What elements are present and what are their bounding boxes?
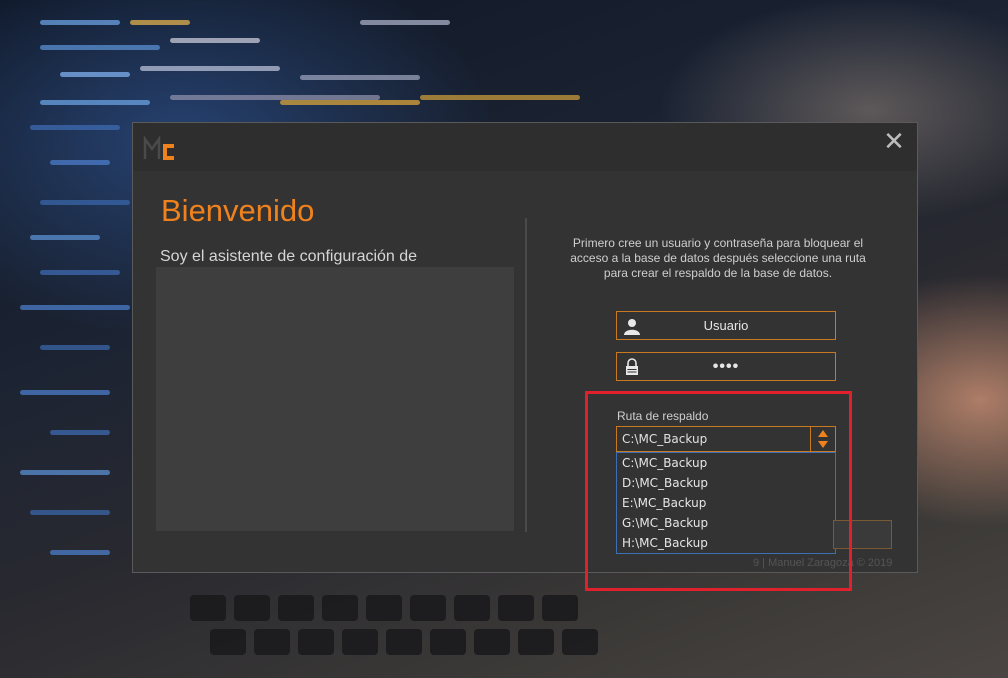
background-keyboard [150,585,850,678]
intro-text: Soy el asistente de configuración de [160,248,418,265]
mc-logo-icon [143,135,174,160]
vertical-divider [525,218,527,532]
setup-dialog: ✕ Bienvenido Soy el asistente de configu… [132,122,918,573]
dropdown-option[interactable]: E:\MC_Backup [617,493,835,513]
info-panel [156,267,514,531]
backup-path-selected-value: C:\MC_Backup [622,432,708,446]
backup-path-label: Ruta de respaldo [617,409,709,423]
footer-credits: 9 | Manuel Zaragoza © 2019 [753,557,893,569]
backup-path-select[interactable]: C:\MC_Backup [616,426,836,452]
welcome-title: Bienvenido [161,193,315,228]
dropdown-option[interactable]: D:\MC_Backup [617,473,835,493]
title-bar: ✕ [133,123,917,171]
username-input[interactable] [617,312,835,339]
backup-path-dropdown[interactable]: C:\MC_Backup D:\MC_Backup E:\MC_Backup G… [616,452,836,554]
dropdown-option[interactable]: G:\MC_Backup [617,513,835,533]
dropdown-option[interactable]: H:\MC_Backup [617,533,835,553]
next-button[interactable] [833,520,892,549]
setup-instructions: Primero cree un usuario y contraseña par… [570,236,866,280]
dropdown-option[interactable]: C:\MC_Backup [617,453,835,473]
password-field[interactable] [616,352,836,381]
password-input[interactable] [617,353,835,380]
username-field[interactable] [616,311,836,340]
close-button[interactable]: ✕ [879,129,909,155]
up-down-arrows-icon[interactable] [810,427,835,451]
